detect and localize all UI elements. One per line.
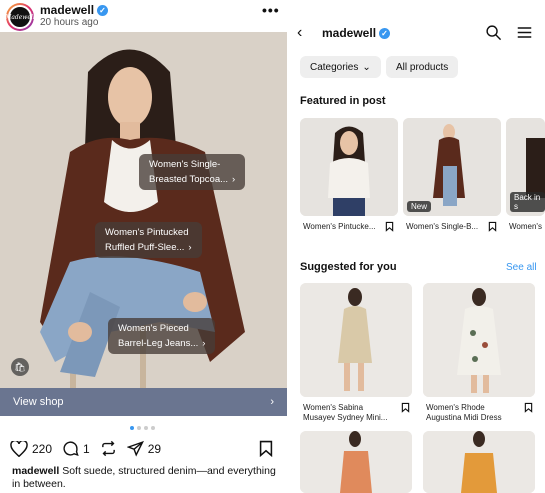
suggested-product-card[interactable] [423, 431, 535, 493]
post-username[interactable]: madewell ✓ [40, 3, 109, 17]
like-count: 220 [32, 441, 53, 456]
chevron-down-icon: ⌄ [362, 61, 371, 73]
verified-icon: ✓ [97, 4, 109, 16]
comment-count: 1 [83, 441, 90, 456]
caption-username[interactable]: madewell [12, 465, 59, 477]
featured-product-card[interactable] [300, 118, 398, 216]
shop-panel: ‹ madewell ✓ Categories ⌄ All products F… [291, 0, 545, 493]
shop-title-label: madewell [322, 26, 377, 40]
product-tag-line2: Ruffled Puff-Slee... [105, 242, 185, 253]
verified-icon: ✓ [379, 27, 391, 39]
suggested-heading: Suggested for you [300, 261, 397, 273]
carousel-dot-active [130, 426, 134, 430]
comment-icon [63, 441, 79, 456]
product-image [300, 118, 398, 216]
product-name: Women's Pintucke... [303, 222, 376, 231]
product-name-line2: Musayev Sydney Mini... [303, 413, 388, 422]
view-shop-label: View shop [13, 396, 64, 408]
featured-heading: Featured in post [300, 95, 386, 107]
carousel-dot [144, 426, 148, 430]
chevron-right-icon: › [188, 242, 192, 253]
bookmark-icon[interactable] [488, 221, 497, 232]
product-name-line1: Women's Sabina [303, 403, 364, 412]
post-username-label: madewell [40, 3, 95, 17]
product-name-line1: Women's Rhode [426, 403, 485, 412]
bookmark-icon [259, 440, 273, 458]
carousel-dot [151, 426, 155, 430]
bookmark-icon[interactable] [524, 402, 533, 413]
menu-icon[interactable] [517, 26, 532, 44]
share-count: 29 [147, 441, 162, 456]
like-button[interactable]: 220 [10, 440, 53, 457]
product-image [300, 431, 412, 493]
see-all-link[interactable]: See all [506, 262, 537, 273]
share-button[interactable]: 29 [126, 440, 162, 457]
shop-title: madewell ✓ [322, 26, 391, 40]
comment-button[interactable]: 1 [62, 440, 90, 457]
chevron-right-icon: › [232, 174, 236, 185]
shopping-bag-icon[interactable]: 🛍 [11, 358, 29, 376]
bookmark-icon[interactable] [385, 221, 394, 232]
product-name: Women's Single-B... [406, 222, 479, 231]
product-tag-line1: Women's Pintucked [105, 227, 189, 238]
product-tag-topcoat[interactable]: Women's Single- Breasted Topcoa... › [139, 154, 246, 190]
avatar-logo: Madewell [5, 5, 35, 29]
featured-product-card[interactable]: Back in s [506, 118, 545, 216]
product-image [423, 283, 535, 397]
post-caption: madewell Soft suede, structured denim—an… [12, 465, 282, 491]
product-name: Women's Sabina Musayev Sydney Mini... [303, 403, 387, 423]
categories-dropdown[interactable]: Categories ⌄ [300, 56, 381, 78]
featured-product-card[interactable]: New [403, 118, 501, 216]
post-photo[interactable]: Women's Single- Breasted Topcoa... › Wome… [0, 32, 287, 388]
instagram-post: Madewell madewell ✓ 20 hours ago ••• Wom… [0, 0, 287, 493]
product-tag-line1: Women's Pieced [118, 323, 189, 334]
product-image [300, 283, 412, 397]
product-name: Women's [509, 222, 542, 231]
more-options-icon[interactable]: ••• [262, 2, 280, 18]
back-in-stock-badge: Back in s [510, 192, 545, 212]
bookmark-icon[interactable] [401, 402, 410, 413]
back-arrow-icon[interactable]: ‹ [297, 24, 302, 42]
post-timestamp: 20 hours ago [40, 17, 99, 28]
repost-icon [101, 440, 115, 457]
repost-button[interactable] [100, 440, 117, 457]
chevron-right-icon: › [270, 396, 274, 408]
product-tag-jeans[interactable]: Women's Pieced Barrel-Leg Jeans... › [108, 318, 216, 354]
new-badge: New [407, 201, 432, 212]
categories-label: Categories [310, 61, 359, 73]
product-tag-line1: Women's Single- [149, 159, 221, 170]
product-image [423, 431, 535, 493]
chevron-right-icon: › [202, 338, 206, 349]
product-tag-line2: Breasted Topcoa... [149, 174, 229, 185]
search-icon[interactable] [485, 24, 502, 46]
carousel-dot [137, 426, 141, 430]
suggested-product-card[interactable] [423, 283, 535, 397]
send-icon [126, 440, 144, 457]
avatar[interactable]: Madewell [5, 3, 35, 31]
product-name: Women's Rhode Augustina Midi Dress [426, 403, 502, 423]
heart-icon [10, 440, 28, 457]
product-tag-line2: Barrel-Leg Jeans... [118, 338, 199, 349]
all-products-button[interactable]: All products [386, 56, 459, 78]
save-post-button[interactable] [258, 440, 274, 462]
product-tag-blouse[interactable]: Women's Pintucked Ruffled Puff-Slee... › [95, 222, 202, 258]
post-actions: 220 1 29 [10, 440, 171, 457]
view-shop-button[interactable]: View shop › [0, 388, 287, 416]
suggested-product-card[interactable] [300, 431, 412, 493]
product-name-line2: Augustina Midi Dress [426, 413, 502, 422]
carousel-dots [130, 426, 155, 430]
suggested-product-card[interactable] [300, 283, 412, 397]
all-products-label: All products [396, 61, 449, 73]
